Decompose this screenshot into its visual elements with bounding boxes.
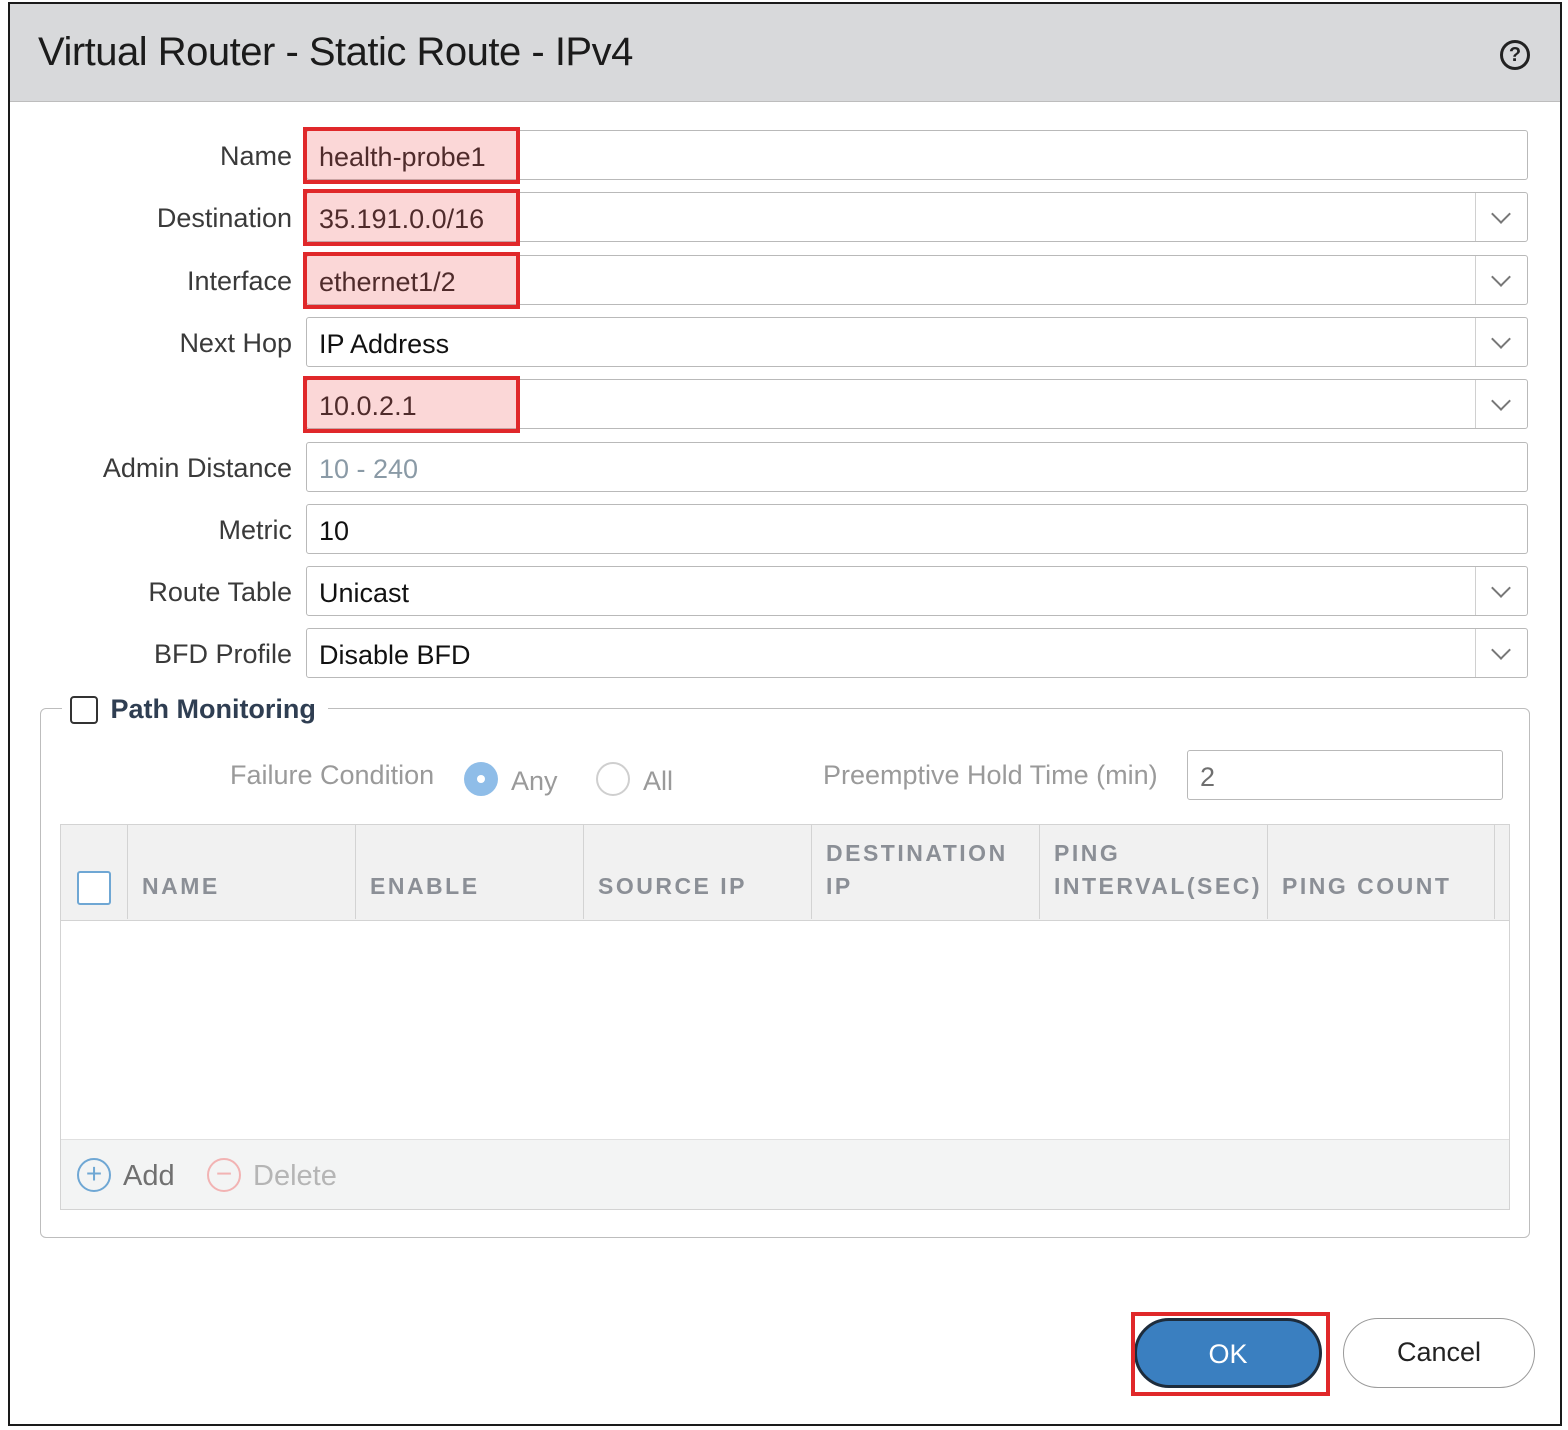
delete-icon[interactable]: −	[207, 1158, 241, 1192]
next-hop-label: Next Hop	[179, 328, 292, 358]
ok-button[interactable]: OK	[1134, 1318, 1322, 1388]
radio-all-label: All	[643, 766, 674, 796]
admin-distance-placeholder: 10 - 240	[319, 454, 419, 484]
name-row: Name health-probe1	[10, 130, 1560, 180]
interface-label: Interface	[186, 266, 292, 296]
chevron-down-icon[interactable]	[1475, 256, 1527, 304]
dialog-title: Virtual Router - Static Route - IPv4	[38, 30, 633, 74]
name-input[interactable]: health-probe1	[306, 130, 1528, 180]
dialog-titlebar: Virtual Router - Static Route - IPv4 ?	[10, 4, 1560, 102]
path-monitoring-table: NAME ENABLE SOURCE IP DESTINATION IP PIN…	[60, 824, 1510, 1210]
column-header-destination-ip[interactable]: DESTINATION IP	[811, 825, 1039, 919]
route-table-row: Route Table Unicast	[10, 566, 1560, 616]
static-route-dialog: Virtual Router - Static Route - IPv4 ? N…	[8, 2, 1562, 1426]
interface-select[interactable]: ethernet1/2	[306, 255, 1528, 305]
destination-label: Destination	[156, 203, 292, 233]
table-toolbar: + Add − Delete	[61, 1139, 1509, 1209]
path-monitoring-checkbox[interactable]	[70, 695, 98, 724]
radio-all[interactable]	[596, 762, 630, 796]
admin-distance-row: Admin Distance 10 - 240	[10, 442, 1560, 492]
chevron-down-icon[interactable]	[1475, 318, 1527, 366]
next-hop-address-combobox[interactable]: 10.0.2.1	[306, 379, 1528, 429]
route-table-label: Route Table	[148, 577, 292, 607]
delete-button[interactable]: Delete	[253, 1160, 337, 1193]
failure-condition-label: Failure Condition	[230, 760, 435, 790]
metric-row: Metric 10	[10, 504, 1560, 554]
next-hop-row: Next Hop IP Address	[10, 317, 1560, 367]
chevron-down-icon[interactable]	[1475, 567, 1527, 615]
admin-distance-input[interactable]: 10 - 240	[306, 442, 1528, 492]
destination-combobox[interactable]: 35.191.0.0/16	[306, 192, 1528, 242]
admin-distance-label: Admin Distance	[102, 453, 292, 483]
preemptive-hold-time-value: 2	[1200, 762, 1216, 792]
metric-value: 10	[319, 516, 350, 546]
route-table-value: Unicast	[319, 578, 410, 608]
select-all-checkbox[interactable]	[77, 871, 111, 905]
path-monitoring-legend: Path Monitoring	[62, 694, 328, 730]
radio-any-label: Any	[511, 766, 558, 796]
destination-row: Destination 35.191.0.0/16	[10, 192, 1560, 242]
table-header: NAME ENABLE SOURCE IP DESTINATION IP PIN…	[61, 825, 1509, 921]
interface-value: ethernet1/2	[319, 267, 456, 297]
path-monitoring-label: Path Monitoring	[110, 694, 316, 724]
metric-input[interactable]: 10	[306, 504, 1528, 554]
bfd-profile-label: BFD Profile	[153, 639, 292, 669]
next-hop-address-row: 10.0.2.1	[10, 379, 1560, 429]
help-icon[interactable]: ?	[1500, 40, 1530, 70]
destination-value: 35.191.0.0/16	[319, 204, 485, 234]
column-header-source-ip[interactable]: SOURCE IP	[583, 825, 811, 919]
preemptive-hold-time-label: Preemptive Hold Time (min)	[823, 760, 1158, 790]
radio-any[interactable]	[464, 762, 498, 796]
route-table-select[interactable]: Unicast	[306, 566, 1528, 616]
metric-label: Metric	[218, 515, 293, 545]
column-header-ping-count[interactable]: PING COUNT	[1267, 825, 1495, 919]
next-hop-select[interactable]: IP Address	[306, 317, 1528, 367]
chevron-down-icon[interactable]	[1475, 380, 1527, 428]
column-header-name[interactable]: NAME	[127, 825, 355, 919]
column-header-enable[interactable]: ENABLE	[355, 825, 583, 919]
next-hop-value: IP Address	[319, 329, 450, 359]
bfd-profile-row: BFD Profile Disable BFD	[10, 628, 1560, 678]
next-hop-address-value: 10.0.2.1	[319, 391, 417, 421]
preemptive-hold-time-input[interactable]: 2	[1187, 750, 1503, 800]
interface-row: Interface ethernet1/2	[10, 255, 1560, 305]
bfd-profile-select[interactable]: Disable BFD	[306, 628, 1528, 678]
cancel-button[interactable]: Cancel	[1343, 1318, 1535, 1388]
name-label: Name	[219, 141, 292, 171]
column-header-ping-interval[interactable]: PING INTERVAL(SEC)	[1039, 825, 1267, 919]
add-button[interactable]: Add	[123, 1160, 175, 1193]
add-icon[interactable]: +	[77, 1158, 111, 1192]
chevron-down-icon[interactable]	[1475, 629, 1527, 677]
name-value: health-probe1	[319, 142, 486, 172]
chevron-down-icon[interactable]	[1475, 193, 1527, 241]
bfd-profile-value: Disable BFD	[319, 640, 471, 670]
